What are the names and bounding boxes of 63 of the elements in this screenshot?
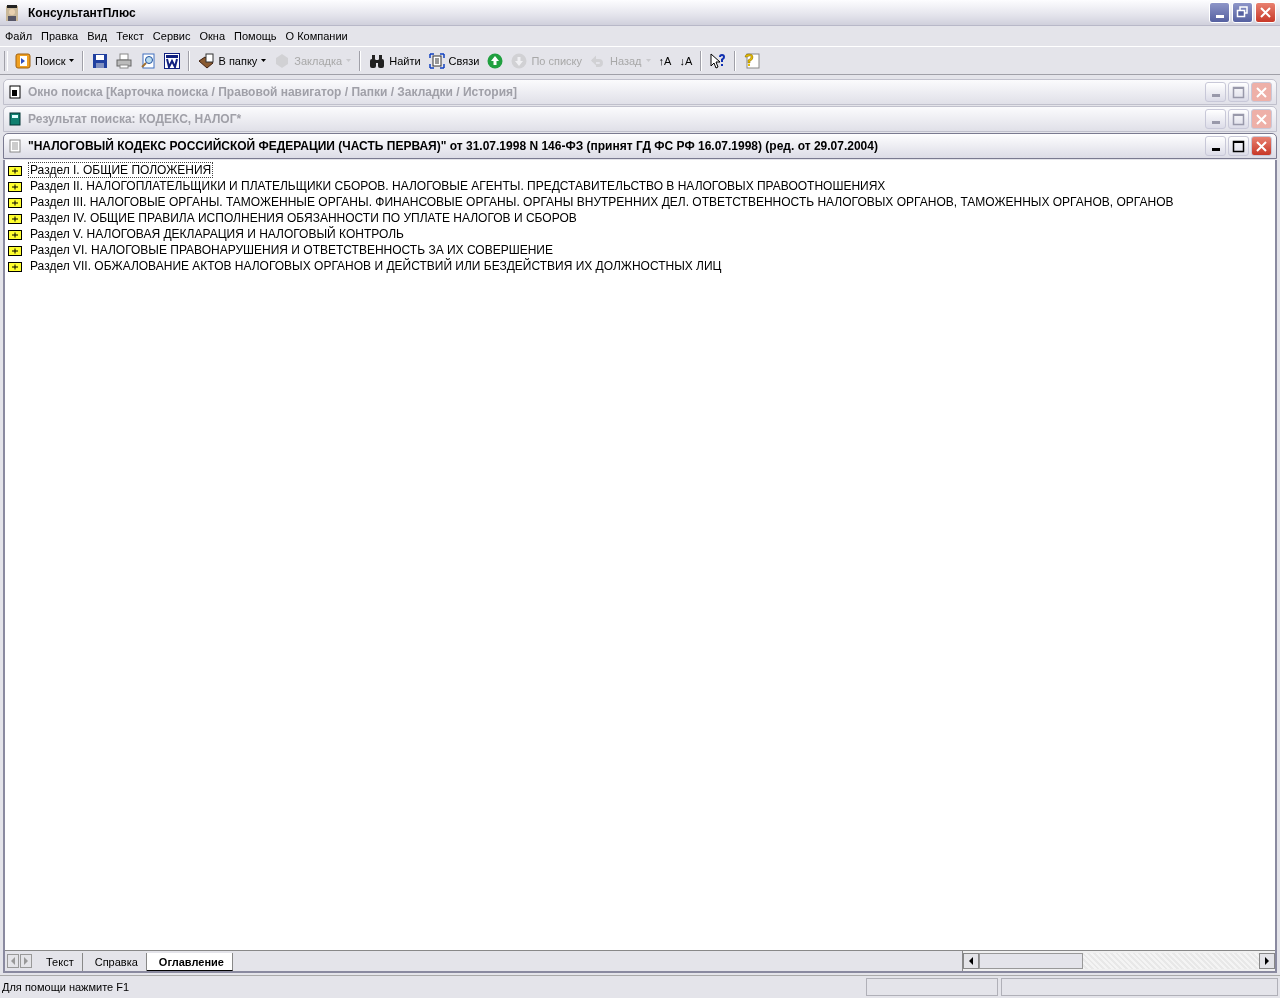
child-window-title: Окно поиска [Карточка поиска / Правовой навигатор / Папки / Закладки / История]: [28, 85, 519, 99]
minimize-icon: [1215, 15, 1224, 18]
tree-item[interactable]: Раздел IV. ОБЩИЕ ПРАВИЛА ИСПОЛНЕНИЯ ОБЯЗАННОСТИ ПО УПЛАТЕ НАЛОГОВ И СБОРОВ: [28, 210, 579, 226]
linked-document-icon: [428, 52, 445, 69]
menu-item[interactable]: Правка: [38, 30, 85, 42]
toolbar-button[interactable]: ↑A: [655, 49, 675, 72]
view-tab[interactable]: Оглавление: [146, 953, 233, 971]
menu-item[interactable]: Вид: [84, 30, 114, 42]
scroll-left-icon[interactable]: [963, 953, 979, 969]
help-book-icon: [744, 52, 761, 69]
menu-item[interactable]: Помощь: [231, 30, 283, 42]
up-arrow-circle-icon: [487, 52, 504, 69]
expand-folder-icon[interactable]: [8, 196, 22, 208]
toolbar-button[interactable]: Связи: [425, 49, 483, 72]
search-window-icon: [8, 85, 22, 99]
close-button[interactable]: [1251, 136, 1272, 156]
word-document-icon: [164, 52, 181, 69]
menu-item[interactable]: Файл: [2, 30, 39, 42]
app-logo-icon: [4, 3, 20, 22]
down-arrow-circle-icon: [511, 52, 528, 69]
status-text: Для помощи нажмите F1: [2, 981, 131, 993]
minimize-icon: [1211, 94, 1220, 97]
scroll-right-icon[interactable]: [1259, 953, 1275, 969]
menu-item[interactable]: Окна: [196, 30, 232, 42]
child-window-title: Результат поиска: КОДЕКС, НАЛОГ*: [28, 112, 243, 126]
folder-document-icon: [198, 52, 215, 69]
printer-icon: [116, 52, 133, 69]
tree-item[interactable]: Раздел II. НАЛОГОПЛАТЕЛЬЩИКИ И ПЛАТЕЛЬЩИКИ СБОРОВ. НАЛОГОВЫЕ АГЕНТЫ. ПРЕДСТАВИТЕЛЬСТВО В НАЛОГОВЫХ ПРАВООТНОШЕНИЯХ: [28, 178, 888, 194]
expand-folder-icon[interactable]: [8, 180, 22, 192]
horizontal-scrollbar[interactable]: [963, 951, 1275, 971]
expand-folder-icon[interactable]: [8, 244, 22, 256]
minimize-icon: [1211, 148, 1220, 151]
tree-item[interactable]: Раздел I. ОБЩИЕ ПОЛОЖЕНИЯ: [28, 162, 214, 178]
tree-item[interactable]: Раздел V. НАЛОГОВАЯ ДЕКЛАРАЦИЯ И НАЛОГОВЫЙ КОНТРОЛЬ: [28, 226, 406, 242]
toolbar-button[interactable]: Поиск: [12, 49, 78, 72]
help-pointer-icon: [710, 52, 727, 69]
binoculars-icon: [369, 52, 386, 69]
menu-item[interactable]: Текст: [113, 30, 150, 42]
toolbar-button[interactable]: В папку: [195, 49, 270, 72]
expand-folder-icon[interactable]: [8, 164, 22, 176]
toolbar-button[interactable]: Найти: [366, 49, 424, 72]
expand-folder-icon[interactable]: [8, 212, 22, 224]
scrollbar-thumb[interactable]: [979, 953, 1083, 969]
child-window-title: "НАЛОГОВЫЙ КОДЕКС РОССИЙСКОЙ ФЕДЕРАЦИИ (ЧАСТЬ ПЕРВАЯ)" от 31.07.1998 N 146-ФЗ (принят ГД ФС РФ 16.07.1998) (ред. от 29.07.2004): [28, 139, 879, 153]
minimize-button[interactable]: [1205, 136, 1226, 156]
tree-item[interactable]: Раздел VII. ОБЖАЛОВАНИЕ АКТОВ НАЛОГОВЫХ ОРГАНОВ И ДЕЙСТВИЙ ИЛИ БЕЗДЕЙСТВИЯ ИХ ДОЛЖНОСТНЫХ ЛИЦ: [28, 258, 724, 274]
dropdown-caret-icon: [69, 59, 75, 62]
document-icon: [8, 139, 22, 153]
menu-item[interactable]: Сервис: [149, 30, 197, 42]
book-icon: [8, 112, 22, 126]
expand-folder-icon[interactable]: [8, 228, 22, 240]
toolbar-button[interactable]: ↓A: [676, 49, 696, 72]
menu-item[interactable]: О Компании: [282, 30, 354, 42]
magnifier-page-icon: [140, 52, 157, 69]
search-panel-icon: [15, 52, 31, 69]
maximize-button[interactable]: [1228, 136, 1249, 156]
tree-item[interactable]: Раздел III. НАЛОГОВЫЕ ОРГАНЫ. ТАМОЖЕННЫЕ ОРГАНЫ. ФИНАНСОВЫЕ ОРГАНЫ. ОРГАНЫ ВНУТРЕННИХ ДЕЛ. ОТВЕТСТВЕННОСТЬ НАЛОГОВЫХ ОРГАНОВ, ТАМОЖЕННЫХ ОРГАНОВ, ОРГАНОВ: [28, 194, 1176, 210]
restore-button[interactable]: [1232, 2, 1253, 23]
window-title: КонсультантПлюс: [28, 5, 137, 20]
dropdown-caret-icon: [261, 59, 267, 62]
tree-item[interactable]: Раздел VI. НАЛОГОВЫЕ ПРАВОНАРУШЕНИЯ И ОТВЕТСТВЕННОСТЬ ЗА ИХ СОВЕРШЕНИЕ: [28, 242, 555, 258]
minimize-icon: [1211, 121, 1220, 124]
expand-folder-icon[interactable]: [8, 260, 22, 272]
